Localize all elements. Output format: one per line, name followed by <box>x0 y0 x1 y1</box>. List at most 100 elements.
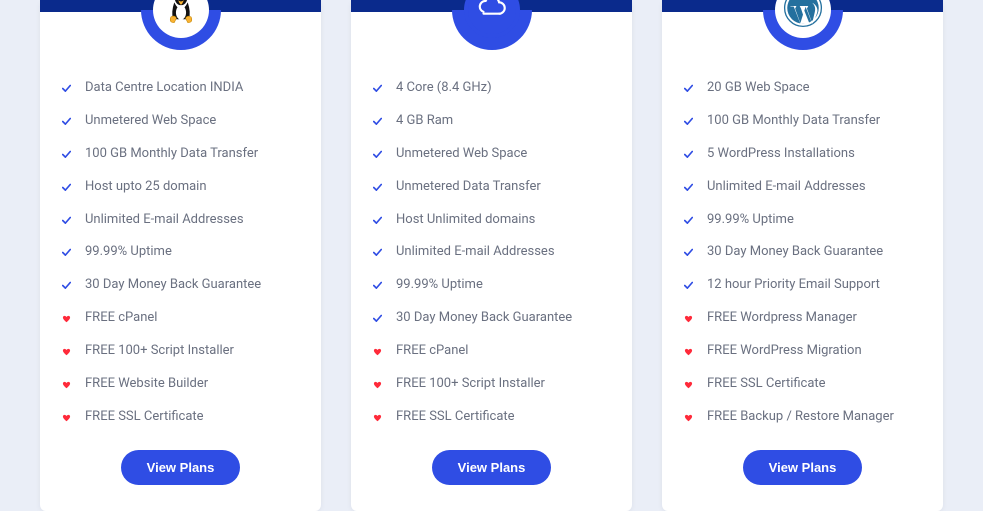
plan-icon-disc <box>775 0 831 38</box>
check-icon <box>373 150 382 159</box>
heart-icon <box>62 347 71 356</box>
feature-list: 20 GB Web Space 100 GB Monthly Data Tran… <box>662 50 943 448</box>
feature-item: FREE SSL Certificate <box>373 409 610 426</box>
icon-crescent <box>141 10 221 50</box>
feature-item: Data Centre Location INDIA <box>62 80 299 97</box>
check-icon <box>684 248 693 257</box>
feature-item: FREE Backup / Restore Manager <box>684 409 921 426</box>
feature-item: Unlimited E-mail Addresses <box>373 244 610 261</box>
feature-item: FREE 100+ Script Installer <box>373 376 610 393</box>
heart-icon <box>684 347 693 356</box>
feature-text: 99.99% Uptime <box>396 277 483 294</box>
feature-item: FREE cPanel <box>62 310 299 327</box>
feature-text: 30 Day Money Back Guarantee <box>707 244 883 261</box>
feature-text: FREE WordPress Migration <box>707 343 862 360</box>
heart-icon <box>373 413 382 422</box>
feature-item: Unlimited E-mail Addresses <box>684 179 921 196</box>
plan-card-cloud: 4 Core (8.4 GHz) 4 GB Ram Unmetered Web … <box>351 0 632 511</box>
feature-item: 99.99% Uptime <box>373 277 610 294</box>
plan-card-linux: Data Centre Location INDIA Unmetered Web… <box>40 0 321 511</box>
feature-item: 30 Day Money Back Guarantee <box>62 277 299 294</box>
button-wrap: View Plans <box>662 448 943 511</box>
check-icon <box>62 150 71 159</box>
feature-item: 5 WordPress Installations <box>684 146 921 163</box>
feature-text: Unmetered Web Space <box>396 146 527 163</box>
feature-text: 5 WordPress Installations <box>707 146 855 163</box>
button-wrap: View Plans <box>40 448 321 511</box>
feature-text: Unmetered Data Transfer <box>396 179 541 196</box>
feature-text: 20 GB Web Space <box>707 80 810 97</box>
feature-text: Unlimited E-mail Addresses <box>707 179 866 196</box>
icon-crescent <box>452 10 532 50</box>
check-icon <box>373 84 382 93</box>
feature-text: FREE Wordpress Manager <box>707 310 857 327</box>
feature-item: Unlimited E-mail Addresses <box>62 212 299 229</box>
check-icon <box>62 281 71 290</box>
check-icon <box>373 216 382 225</box>
icon-crescent <box>763 10 843 50</box>
feature-item: FREE SSL Certificate <box>62 409 299 426</box>
feature-item: 20 GB Web Space <box>684 80 921 97</box>
view-plans-button[interactable]: View Plans <box>432 450 552 485</box>
feature-item: 100 GB Monthly Data Transfer <box>684 113 921 130</box>
plan-icon-disc <box>153 0 209 38</box>
feature-text: FREE SSL Certificate <box>85 409 204 426</box>
feature-item: FREE SSL Certificate <box>684 376 921 393</box>
cloud-icon <box>475 0 509 29</box>
feature-text: 100 GB Monthly Data Transfer <box>85 146 258 163</box>
heart-icon <box>684 413 693 422</box>
feature-text: 100 GB Monthly Data Transfer <box>707 113 880 130</box>
button-wrap: View Plans <box>351 448 632 511</box>
feature-item: FREE 100+ Script Installer <box>62 343 299 360</box>
check-icon <box>62 183 71 192</box>
feature-text: FREE 100+ Script Installer <box>85 343 234 360</box>
check-icon <box>62 117 71 126</box>
check-icon <box>62 248 71 257</box>
feature-item: 99.99% Uptime <box>684 212 921 229</box>
check-icon <box>62 84 71 93</box>
pricing-cards-row: Data Centre Location INDIA Unmetered Web… <box>0 0 983 511</box>
feature-item: Unmetered Data Transfer <box>373 179 610 196</box>
heart-icon <box>62 314 71 323</box>
heart-icon <box>373 380 382 389</box>
check-icon <box>373 314 382 323</box>
check-icon <box>684 84 693 93</box>
check-icon <box>373 183 382 192</box>
feature-text: 30 Day Money Back Guarantee <box>396 310 572 327</box>
feature-text: Host upto 25 domain <box>85 179 207 196</box>
check-icon <box>373 248 382 257</box>
heart-icon <box>684 380 693 389</box>
feature-text: FREE cPanel <box>85 310 157 327</box>
linux-icon <box>163 0 199 30</box>
feature-item: 30 Day Money Back Guarantee <box>373 310 610 327</box>
feature-item: 30 Day Money Back Guarantee <box>684 244 921 261</box>
feature-text: 12 hour Priority Email Support <box>707 277 880 294</box>
check-icon <box>684 183 693 192</box>
check-icon <box>684 117 693 126</box>
check-icon <box>373 281 382 290</box>
view-plans-button[interactable]: View Plans <box>121 450 241 485</box>
feature-text: Data Centre Location INDIA <box>85 80 243 97</box>
feature-text: 4 Core (8.4 GHz) <box>396 80 492 97</box>
feature-text: FREE cPanel <box>396 343 468 360</box>
check-icon <box>373 117 382 126</box>
feature-text: FREE Backup / Restore Manager <box>707 409 894 426</box>
feature-item: 4 GB Ram <box>373 113 610 130</box>
feature-item: FREE Website Builder <box>62 376 299 393</box>
feature-item: 99.99% Uptime <box>62 244 299 261</box>
feature-item: 100 GB Monthly Data Transfer <box>62 146 299 163</box>
feature-text: 30 Day Money Back Guarantee <box>85 277 261 294</box>
plan-card-wordpress: 20 GB Web Space 100 GB Monthly Data Tran… <box>662 0 943 511</box>
feature-item: Host Unlimited domains <box>373 212 610 229</box>
heart-icon <box>373 347 382 356</box>
check-icon <box>684 281 693 290</box>
heart-icon <box>62 413 71 422</box>
feature-text: FREE SSL Certificate <box>396 409 515 426</box>
feature-item: 4 Core (8.4 GHz) <box>373 80 610 97</box>
feature-item: FREE WordPress Migration <box>684 343 921 360</box>
check-icon <box>684 150 693 159</box>
feature-text: FREE Website Builder <box>85 376 208 393</box>
feature-item: Unmetered Web Space <box>373 146 610 163</box>
view-plans-button[interactable]: View Plans <box>743 450 863 485</box>
feature-item: Host upto 25 domain <box>62 179 299 196</box>
